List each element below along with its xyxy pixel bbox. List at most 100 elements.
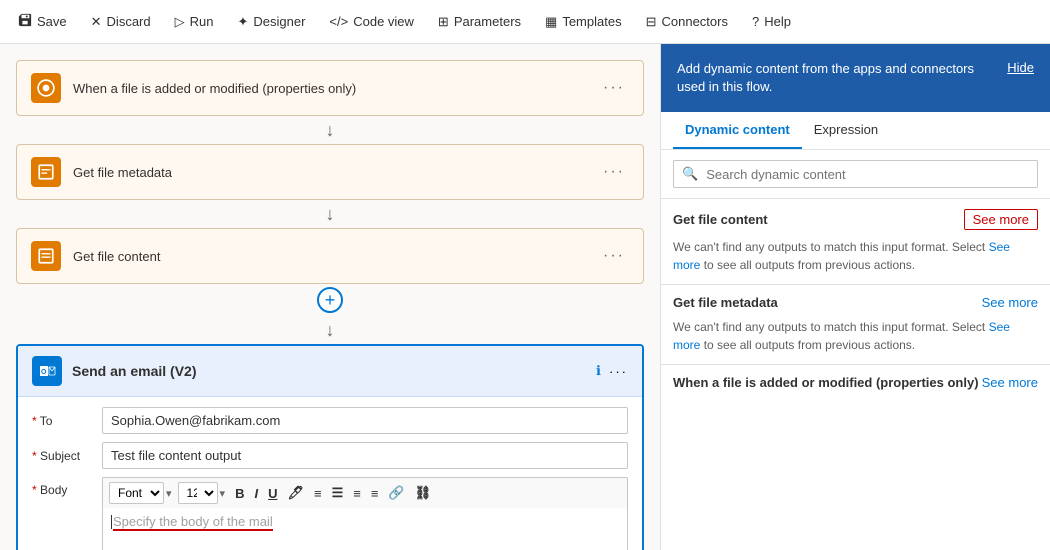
designer-button[interactable]: ✦ Designer (227, 8, 315, 36)
section-title-2: Get file metadata (673, 295, 778, 310)
parameters-button[interactable]: ⊞ Parameters (428, 8, 531, 36)
email-card-header[interactable]: O Send an email (V2) ℹ ··· (18, 346, 642, 397)
arrow-3: ↓ (16, 316, 644, 344)
tab-dynamic-content[interactable]: Dynamic content (673, 112, 802, 149)
connectors-button[interactable]: ⊟ Connectors (636, 8, 738, 36)
designer-label: Designer (253, 14, 305, 29)
subject-field-row: Subject (32, 442, 628, 469)
section-desc-1: We can't find any outputs to match this … (661, 234, 1050, 284)
help-icon: ? (752, 14, 759, 29)
to-field-row: To (32, 407, 628, 434)
search-icon: 🔍 (682, 166, 698, 182)
to-input[interactable] (102, 407, 628, 434)
section-get-file-content: Get file content See more We can't find … (661, 199, 1050, 284)
hide-button[interactable]: Hide (1007, 60, 1034, 75)
subject-input[interactable] (102, 442, 628, 469)
save-label: Save (37, 14, 67, 29)
trigger-title: When a file is added or modified (proper… (73, 81, 599, 96)
section-header-1: Get file content See more (661, 199, 1050, 234)
save-icon (18, 13, 32, 30)
tab-expression[interactable]: Expression (802, 112, 890, 149)
side-panel-header: Add dynamic content from the apps and co… (661, 44, 1050, 112)
section-title-1: Get file content (673, 212, 768, 227)
ordered-list-button[interactable]: ☰ (328, 483, 348, 503)
email-body: To Subject Body Font (18, 397, 642, 550)
designer-icon: ✦ (237, 14, 248, 30)
section-desc-2: We can't find any outputs to match this … (661, 314, 1050, 364)
italic-button[interactable]: I (250, 484, 262, 503)
discard-button[interactable]: ✕ Discard (81, 8, 161, 36)
content-more[interactable]: ··· (599, 247, 629, 265)
parameters-label: Parameters (454, 14, 521, 29)
font-size-select[interactable]: 12 (178, 482, 218, 504)
email-outlook-icon: O (32, 356, 62, 386)
step-get-metadata[interactable]: Get file metadata ··· (16, 144, 644, 200)
see-more-button-3[interactable]: See more (982, 375, 1038, 390)
body-editor[interactable]: Specify the body of the mail (102, 508, 628, 550)
email-card-title: Send an email (V2) (72, 363, 586, 379)
run-icon: ▷ (175, 14, 185, 30)
font-dropdown-icon (166, 487, 172, 500)
metadata-more[interactable]: ··· (599, 163, 629, 181)
search-box: 🔍 (673, 160, 1038, 188)
trigger-icon (31, 73, 61, 103)
help-button[interactable]: ? Help (742, 8, 801, 35)
arrow-2: ↓ (16, 200, 644, 228)
subject-label: Subject (32, 449, 102, 463)
email-info-icon[interactable]: ℹ (596, 363, 601, 379)
bold-button[interactable]: B (231, 484, 248, 503)
section-get-file-metadata: Get file metadata See more We can't find… (661, 285, 1050, 364)
underline-button[interactable]: U (264, 484, 281, 503)
run-button[interactable]: ▷ Run (165, 8, 224, 36)
align-right-button[interactable]: ≡ (367, 484, 383, 503)
side-tabs: Dynamic content Expression (661, 112, 1050, 150)
templates-label: Templates (562, 14, 621, 29)
email-more-icon[interactable]: ··· (609, 364, 628, 379)
connectors-label: Connectors (661, 14, 727, 29)
main-layout: When a file is added or modified (proper… (0, 44, 1050, 550)
connectors-icon: ⊟ (646, 14, 657, 30)
to-label: To (32, 414, 102, 428)
content-title: Get file content (73, 249, 599, 264)
trigger-more[interactable]: ··· (599, 79, 629, 97)
body-toolbar: Font 12 B I U 🖊 ≡ ☰ (102, 477, 628, 508)
step-trigger[interactable]: When a file is added or modified (proper… (16, 60, 644, 116)
section-title-3: When a file is added or modified (proper… (673, 375, 979, 390)
cursor (111, 515, 112, 529)
section-trigger: When a file is added or modified (proper… (661, 365, 1050, 394)
svg-text:O: O (41, 369, 47, 376)
toolbar: Save ✕ Discard ▷ Run ✦ Designer </> Code… (0, 0, 1050, 44)
side-content: Get file content See more We can't find … (661, 199, 1050, 550)
discard-icon: ✕ (91, 14, 102, 30)
discard-label: Discard (107, 14, 151, 29)
templates-button[interactable]: ▦ Templates (535, 8, 632, 36)
body-placeholder: Specify the body of the mail (113, 514, 273, 531)
email-card: O Send an email (V2) ℹ ··· To (16, 344, 644, 550)
parameters-icon: ⊞ (438, 14, 449, 30)
side-search-area: 🔍 (661, 150, 1050, 199)
font-select[interactable]: Font (109, 482, 164, 504)
save-button[interactable]: Save (8, 7, 77, 36)
step-get-content[interactable]: Get file content ··· (16, 228, 644, 284)
code-view-icon: </> (329, 14, 348, 29)
color-button[interactable]: 🖊 (283, 483, 308, 503)
canvas: When a file is added or modified (proper… (0, 44, 660, 550)
code-view-label: Code view (353, 14, 414, 29)
content-icon (31, 241, 61, 271)
see-more-button-2[interactable]: See more (982, 295, 1038, 310)
add-step-area: + (16, 284, 644, 316)
body-label: Body (32, 477, 102, 497)
code-view-button[interactable]: </> Code view (319, 8, 424, 35)
see-more-button-1[interactable]: See more (964, 209, 1038, 230)
add-step-button[interactable]: + (317, 287, 343, 313)
unlink-button[interactable]: ⛓ (411, 483, 436, 503)
body-field-row: Body Font 12 B I (32, 477, 628, 550)
body-editor-container: Font 12 B I U 🖊 ≡ ☰ (102, 477, 628, 550)
search-input[interactable] (706, 167, 1029, 182)
side-header-text: Add dynamic content from the apps and co… (677, 60, 991, 96)
unordered-list-button[interactable]: ≡ (310, 484, 326, 503)
link-button[interactable]: 🔗 (384, 483, 408, 503)
arrow-1: ↓ (16, 116, 644, 144)
font-size-dropdown-icon (220, 487, 226, 500)
align-left-button[interactable]: ≡ (349, 484, 365, 503)
